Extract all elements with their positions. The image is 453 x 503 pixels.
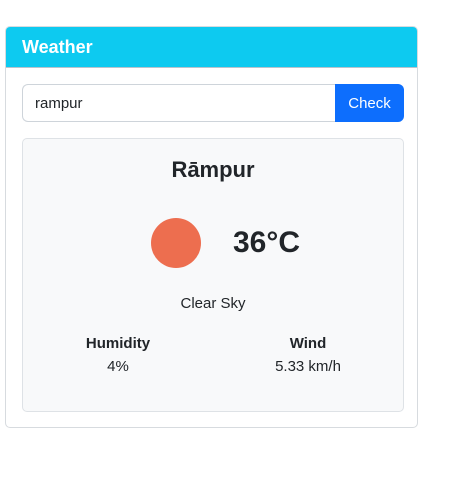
- weather-condition: Clear Sky: [180, 295, 246, 312]
- temperature: 36°C: [233, 226, 301, 259]
- sun-icon: [151, 218, 201, 268]
- wind-stat: Wind 5.33 km/h: [213, 335, 403, 375]
- weather-card: Weather Check Rāmpur 36°C Clear Sky Humi…: [5, 26, 418, 428]
- card-header: Weather: [6, 27, 417, 68]
- humidity-label: Humidity: [85, 335, 151, 352]
- city-name: Rāmpur: [171, 157, 255, 182]
- weather-stats: Humidity 4% Wind 5.33 km/h: [23, 335, 403, 375]
- wind-label: Wind: [289, 335, 327, 352]
- humidity-stat: Humidity 4%: [23, 335, 213, 375]
- check-button[interactable]: Check: [335, 84, 404, 122]
- search-bar: Check: [22, 84, 404, 122]
- wind-value: 5.33 km/h: [275, 358, 341, 375]
- city-search-input[interactable]: [22, 84, 335, 122]
- weather-result-panel: Rāmpur 36°C Clear Sky Humidity 4% Wind 5…: [22, 138, 404, 412]
- humidity-value: 4%: [107, 358, 129, 375]
- card-title: Weather: [22, 36, 93, 57]
